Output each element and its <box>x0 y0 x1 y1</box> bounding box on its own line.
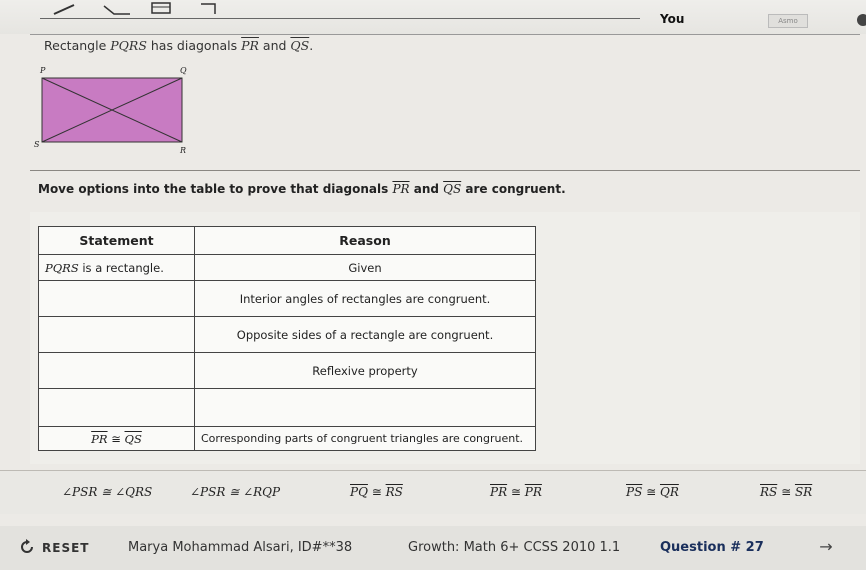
user-name-box: Asmo <box>768 14 808 28</box>
instruction-text: Move options into the table to prove tha… <box>38 182 566 196</box>
calculator-icon[interactable] <box>150 2 172 16</box>
statement-header: Statement <box>38 226 195 255</box>
question-number: Question # 27 <box>660 540 764 555</box>
option-rs-sr[interactable]: RS ≅ SR <box>760 482 812 502</box>
flag-icon[interactable] <box>198 2 218 16</box>
table-row: Reflexive property <box>38 352 536 389</box>
toolbar-divider <box>40 18 640 19</box>
option-pq-rs[interactable]: PQ ≅ RS <box>350 482 403 502</box>
problem-intro: Rectangle PQRS has diagonals PR and QS. <box>44 38 314 53</box>
table-row: PR ≅ QS Corresponding parts of congruent… <box>38 426 536 451</box>
option-pr-pr[interactable]: PR ≅ PR <box>490 482 542 502</box>
option-angle-psr-rqp[interactable]: ∠PSR ≅ ∠RQP <box>190 482 280 502</box>
section-divider <box>30 170 860 171</box>
reason-cell-2: Interior angles of rectangles are congru… <box>194 280 536 317</box>
table-row <box>38 388 536 427</box>
reset-icon <box>18 538 36 559</box>
reason-cell-3: Opposite sides of a rectangle are congru… <box>194 316 536 353</box>
reason-cell-1: Given <box>194 254 536 281</box>
rectangle-figure: P Q S R <box>34 66 194 158</box>
next-arrow-icon[interactable]: → <box>814 536 838 558</box>
statement-drop-slot-2[interactable] <box>38 280 195 317</box>
table-row: Interior angles of rectangles are congru… <box>38 280 536 317</box>
menu-icon[interactable] <box>857 14 866 26</box>
check-tool-icon[interactable] <box>100 2 134 16</box>
option-ps-qr[interactable]: PS ≅ QR <box>626 482 679 502</box>
reset-label: RESET <box>42 541 90 555</box>
table-row: PQRS is a rectangle. Given <box>38 254 536 281</box>
student-info: Marya Mohammad Alsari, ID#**38 <box>128 540 353 555</box>
vertex-label-q: Q <box>180 66 187 75</box>
statement-drop-slot-5[interactable] <box>38 388 195 427</box>
vertex-label-p: P <box>40 66 46 75</box>
reason-header: Reason <box>194 226 536 255</box>
header-divider <box>30 34 860 35</box>
reason-cell-6: Corresponding parts of congruent triangl… <box>194 426 536 451</box>
option-angle-psr-qrs[interactable]: ∠PSR ≅ ∠QRS <box>62 482 152 502</box>
reason-cell-4: Reflexive property <box>194 352 536 389</box>
vertex-label-r: R <box>180 146 187 155</box>
course-info: Growth: Math 6+ CCSS 2010 1.1 <box>408 540 621 555</box>
reset-button[interactable]: RESET <box>18 538 89 558</box>
user-label: You <box>660 12 685 26</box>
statement-drop-slot-3[interactable] <box>38 316 195 353</box>
statement-cell-6: PR ≅ QS <box>38 426 195 451</box>
vertex-label-s: S <box>34 140 40 149</box>
reason-drop-slot-5[interactable] <box>194 388 536 427</box>
statement-drop-slot-4[interactable] <box>38 352 195 389</box>
pen-tool-icon[interactable] <box>52 2 78 16</box>
proof-table: Statement Reason PQRS is a rectangle. Gi… <box>38 226 536 451</box>
statement-cell-1: PQRS is a rectangle. <box>38 254 195 281</box>
table-row: Opposite sides of a rectangle are congru… <box>38 316 536 353</box>
